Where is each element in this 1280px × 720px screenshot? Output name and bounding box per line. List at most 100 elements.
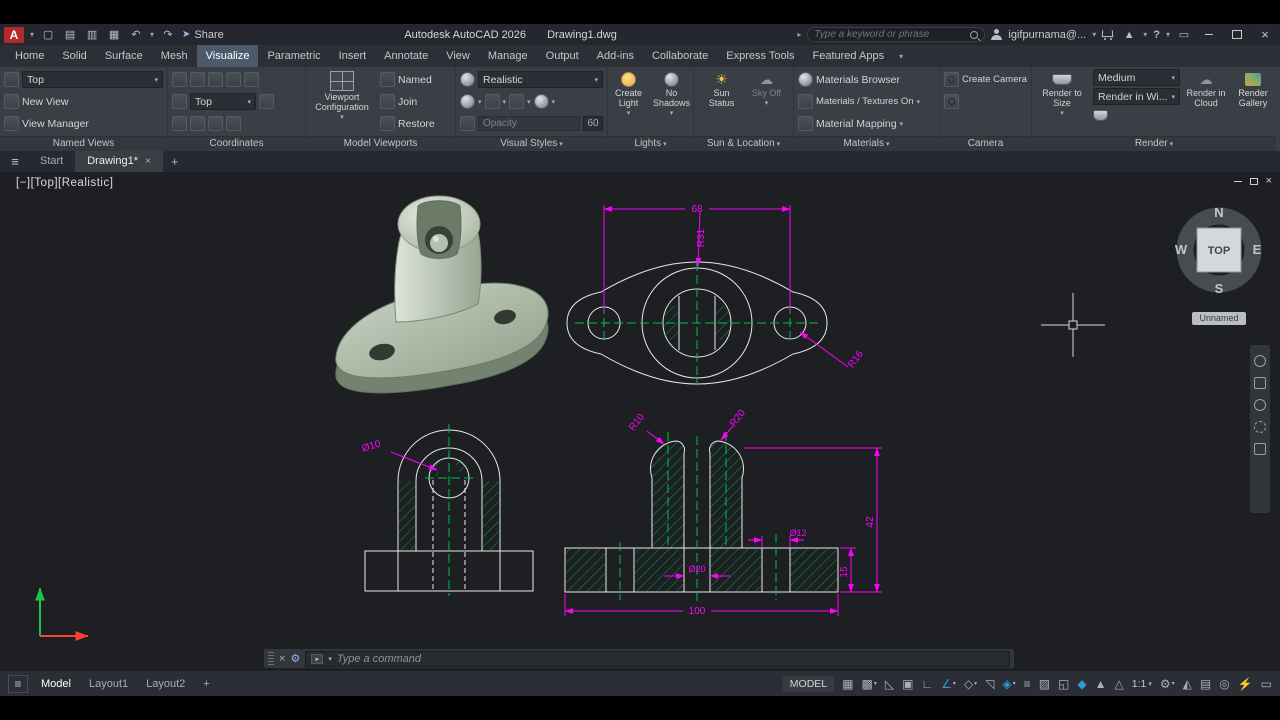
- materials-browser-button[interactable]: Materials Browser: [798, 69, 935, 90]
- annotation-monitor-icon[interactable]: ◭: [1183, 677, 1192, 691]
- tab-view[interactable]: View: [437, 45, 479, 67]
- tab-home[interactable]: Home: [6, 45, 53, 67]
- orbit-icon[interactable]: [1254, 421, 1266, 433]
- search-input[interactable]: [814, 29, 967, 40]
- redo-icon[interactable]: ↷: [160, 28, 176, 41]
- workspace-switching-icon[interactable]: ⚙ ▾: [1160, 677, 1175, 691]
- annotation-visibility-icon[interactable]: ▲: [1095, 677, 1107, 691]
- navigation-bar[interactable]: [1250, 345, 1270, 513]
- command-input[interactable]: ▸ ▾ Type a command: [305, 650, 1010, 667]
- user-avatar-icon[interactable]: [991, 29, 1003, 40]
- app-menu-caret-icon[interactable]: ▾: [30, 30, 34, 39]
- infer-constraints-icon[interactable]: ◺: [885, 677, 894, 691]
- viewcube-wcs-badge[interactable]: Unnamed: [1192, 312, 1246, 325]
- ucs-world-icon[interactable]: [172, 72, 187, 87]
- tab-surface[interactable]: Surface: [96, 45, 152, 67]
- materials-textures-button[interactable]: Materials / Textures On ▾: [798, 91, 935, 112]
- selection-cycling-icon[interactable]: ◱: [1058, 677, 1069, 691]
- access-caret-icon[interactable]: ▾: [1143, 30, 1147, 39]
- render-settings-icon[interactable]: [1093, 109, 1108, 121]
- tab-insert[interactable]: Insert: [330, 45, 376, 67]
- named-views-dropdown[interactable]: Top ▾: [22, 71, 163, 88]
- new-drawing-tab-icon[interactable]: +: [171, 154, 179, 169]
- new-view-button[interactable]: New View: [4, 91, 163, 112]
- quick-properties-icon[interactable]: ▤: [1200, 677, 1211, 691]
- ucs-icon[interactable]: [190, 72, 205, 87]
- tab-start[interactable]: Start: [28, 151, 75, 172]
- autodesk-access-icon[interactable]: ▲: [1121, 29, 1137, 41]
- recent-commands-caret-icon[interactable]: ▾: [328, 655, 332, 663]
- show-motion-icon[interactable]: [1254, 443, 1266, 455]
- ucs-origin-icon[interactable]: [259, 94, 274, 109]
- join-viewports-button[interactable]: Join: [380, 91, 451, 112]
- cart-icon[interactable]: [1102, 30, 1115, 40]
- full-navigation-wheel-icon[interactable]: [1254, 355, 1266, 367]
- command-line-dock[interactable]: × ⚙ ▸ ▾ Type a command: [263, 648, 1015, 669]
- polar-tracking-icon[interactable]: ∠ ▾: [941, 677, 956, 691]
- zoom-icon[interactable]: [1254, 399, 1266, 411]
- search-box[interactable]: [807, 27, 986, 42]
- viewcube[interactable]: N E S W TOP: [1175, 205, 1262, 296]
- caret-icon[interactable]: ▾: [527, 98, 531, 106]
- tab-manage[interactable]: Manage: [479, 45, 537, 67]
- shadow-style-icon[interactable]: [533, 94, 549, 109]
- material-mapping-button[interactable]: Material Mapping ▾: [798, 113, 935, 134]
- render-output-dropdown[interactable]: Render in Wi... ▾: [1093, 88, 1180, 105]
- application-menu-button[interactable]: A: [4, 26, 24, 43]
- screen-icon[interactable]: ▭: [1176, 28, 1192, 41]
- lineweight-icon[interactable]: ≡: [1024, 677, 1031, 691]
- viewport-configuration-button[interactable]: Viewport Configuration ▾: [310, 69, 374, 134]
- model-tab[interactable]: Model: [36, 678, 76, 690]
- ucs-object-icon[interactable]: [226, 72, 241, 87]
- panel-label-render[interactable]: Render ▾: [1032, 136, 1276, 151]
- user-caret-icon[interactable]: ▾: [1092, 30, 1096, 39]
- transparency-icon[interactable]: ▨: [1039, 677, 1050, 691]
- maximize-button[interactable]: [1226, 26, 1248, 43]
- isolate-objects-icon[interactable]: ◎: [1219, 677, 1229, 691]
- annotation-scale[interactable]: 1:1 ▾: [1132, 678, 1152, 690]
- viewport-controls[interactable]: [−][Top][Realistic]: [16, 177, 113, 189]
- ucs-dropdown[interactable]: Top ▾: [190, 93, 256, 110]
- object-snap-icon[interactable]: ◈ ▾: [1002, 677, 1015, 691]
- ucs-rotate-x-icon[interactable]: [208, 116, 223, 131]
- caret-icon[interactable]: ▾: [503, 98, 507, 106]
- tab-parametric[interactable]: Parametric: [258, 45, 329, 67]
- render-quality-dropdown[interactable]: Medium ▾: [1093, 69, 1180, 86]
- graphics-performance-icon[interactable]: ⚡: [1238, 677, 1253, 691]
- viewport-minimize-icon[interactable]: [1233, 180, 1242, 182]
- help-caret-icon[interactable]: ▾: [1166, 30, 1170, 39]
- command-close-icon[interactable]: ×: [279, 653, 285, 665]
- tab-add-ins[interactable]: Add-ins: [588, 45, 643, 67]
- plot-icon[interactable]: ▦: [106, 28, 122, 41]
- render-gallery-button[interactable]: Render Gallery: [1232, 69, 1274, 134]
- object-snap-tracking-icon[interactable]: ◹: [985, 677, 994, 691]
- caret-icon[interactable]: ▾: [478, 98, 482, 106]
- new-file-icon[interactable]: ▢: [40, 28, 56, 41]
- layout2-tab[interactable]: Layout2: [141, 678, 190, 690]
- tab-express-tools[interactable]: Express Tools: [717, 45, 803, 67]
- panel-label-camera[interactable]: Camera: [940, 136, 1031, 151]
- opacity-value[interactable]: 60: [583, 116, 603, 131]
- caret-icon[interactable]: ▾: [552, 98, 556, 106]
- camera-display-icon[interactable]: [944, 94, 959, 109]
- close-button[interactable]: ×: [1254, 26, 1276, 43]
- render-to-size-button[interactable]: Render to Size ▾: [1036, 69, 1088, 134]
- command-dock-grip[interactable]: [268, 652, 274, 665]
- command-prompt-icon[interactable]: ▸: [311, 653, 324, 664]
- ucs-z-axis-icon[interactable]: [172, 116, 187, 131]
- undo-caret-icon[interactable]: ▾: [150, 30, 154, 39]
- viewport-close-icon[interactable]: ×: [1266, 175, 1272, 187]
- dynamic-input-icon[interactable]: ▣: [902, 677, 913, 691]
- tab-output[interactable]: Output: [537, 45, 588, 67]
- x-ray-icon[interactable]: [484, 94, 500, 109]
- model-space-toggle[interactable]: MODEL: [782, 675, 835, 692]
- tab-mesh[interactable]: Mesh: [152, 45, 197, 67]
- close-tab-icon[interactable]: ×: [145, 151, 151, 172]
- isometric-drafting-icon[interactable]: ◇ ▾: [964, 677, 977, 691]
- ortho-icon[interactable]: ∟: [921, 677, 933, 691]
- named-ucs-icon[interactable]: [172, 94, 187, 109]
- render-in-cloud-button[interactable]: ☁ Render in Cloud: [1185, 69, 1227, 134]
- view-manager-button[interactable]: View Manager: [4, 113, 163, 134]
- ucs-previous-icon[interactable]: [208, 72, 223, 87]
- no-shadows-button[interactable]: No Shadows ▾: [652, 69, 692, 134]
